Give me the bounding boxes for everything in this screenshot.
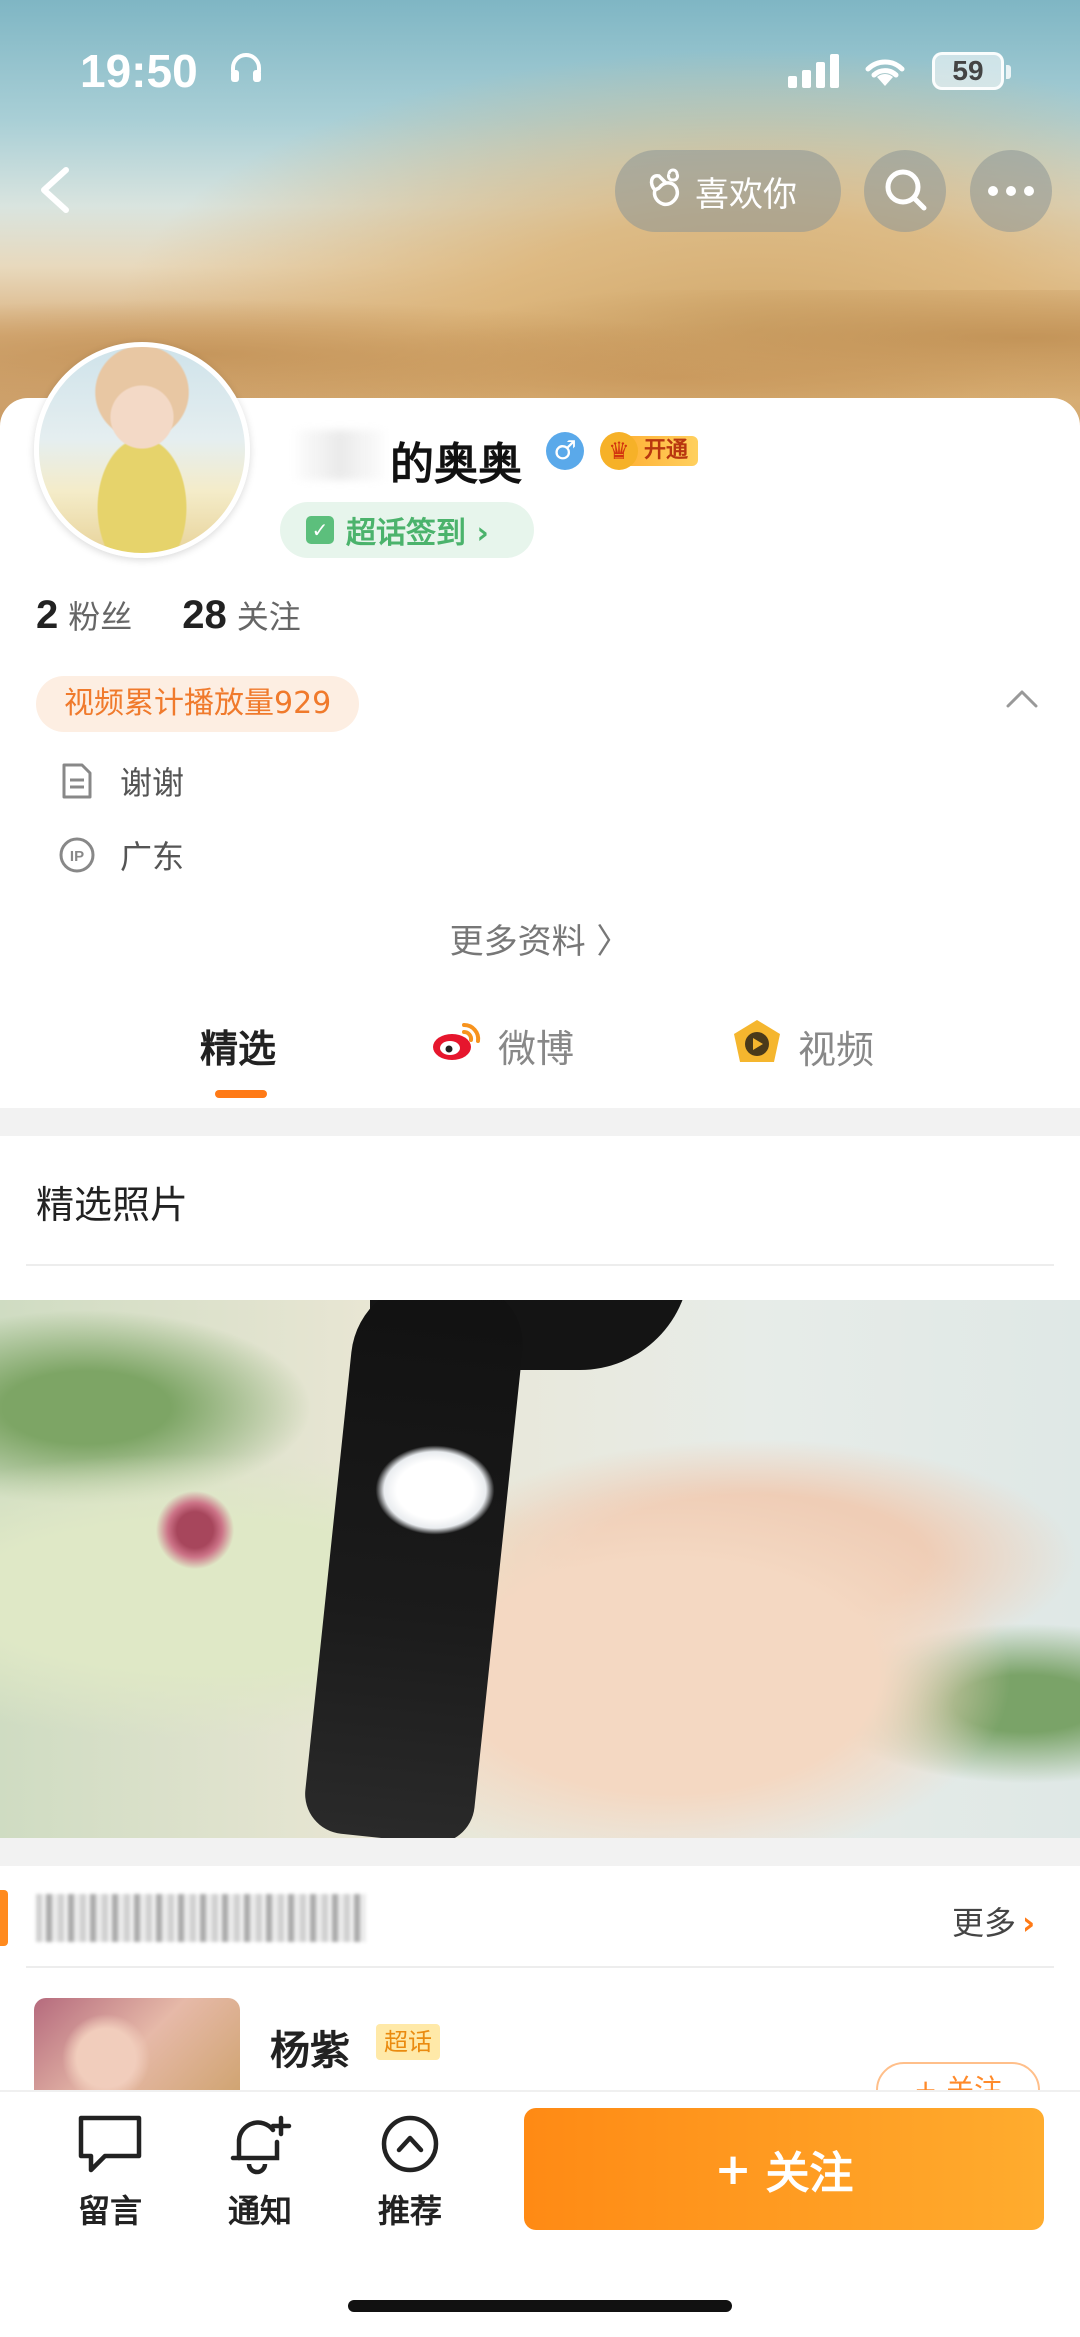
bio-text: 谢谢 <box>120 764 185 802</box>
cellular-signal-icon <box>788 54 844 92</box>
battery-indicator: 59 <box>932 52 1011 90</box>
search-icon <box>882 166 928 216</box>
notify-button[interactable]: 通知 <box>210 2112 310 2232</box>
more-info-link[interactable]: 更多资料 〉 <box>0 914 1080 963</box>
super-topic-tag: 超话 <box>376 2024 440 2060</box>
super-topic-thumbnail[interactable] <box>34 1998 240 2098</box>
tab-video[interactable]: 视频 <box>730 1018 874 1075</box>
super-topic-checkin-button[interactable]: ✓ 超话签到 › <box>280 502 534 558</box>
tab-video-label: 视频 <box>798 1028 875 1072</box>
status-bar: 19:50 59 <box>0 0 1080 140</box>
divider <box>26 1966 1054 1968</box>
following-label: 关注 <box>236 598 301 636</box>
following-stat[interactable]: 28 关注 <box>182 592 301 638</box>
weibo-logo-icon <box>430 1019 484 1072</box>
profile-tabs: 精选 微博 视频 <box>0 1018 1080 1108</box>
bell-plus-icon <box>225 2115 295 2180</box>
more-dots-icon <box>987 182 1035 201</box>
ip-location-text: 广东 <box>120 838 185 876</box>
status-time: 19:50 <box>80 45 198 97</box>
follow-label: 关注 <box>765 2148 854 2199</box>
wifi-icon <box>862 52 908 92</box>
follow-button[interactable]: + 关注 <box>524 2108 1044 2230</box>
video-play-icon <box>730 1018 784 1075</box>
headphone-icon <box>228 50 264 90</box>
tab-weibo-label: 微博 <box>498 1027 575 1071</box>
section-title-mosaic <box>36 1894 366 1942</box>
featured-photo[interactable] <box>0 1300 1080 1838</box>
plus-icon: + <box>714 2143 752 2195</box>
more-options-button[interactable] <box>970 150 1052 232</box>
recommend-label: 推荐 <box>377 2192 442 2230</box>
chevron-up-icon[interactable] <box>1004 686 1040 714</box>
following-count: 28 <box>182 593 227 637</box>
avatar[interactable] <box>34 342 250 558</box>
followers-stat[interactable]: 2 粉丝 <box>36 592 132 638</box>
message-label: 留言 <box>77 2192 142 2230</box>
notify-label: 通知 <box>227 2192 292 2230</box>
divider <box>26 1264 1054 1266</box>
section-more-label: 更多 <box>952 1904 1017 1942</box>
username: 的奥奥 <box>390 439 522 490</box>
vip-open-badge[interactable]: ♛ 开通 <box>600 432 704 470</box>
chevron-up-circle-icon <box>375 2115 445 2180</box>
profile-stats: 2 粉丝 28 关注 <box>36 592 301 638</box>
followers-count: 2 <box>36 593 59 637</box>
tab-featured-label: 精选 <box>200 1027 277 1071</box>
checkin-label: 超话签到 › <box>346 516 489 551</box>
tab-weibo[interactable]: 微博 <box>430 1018 574 1073</box>
section-separator <box>0 1838 1080 1866</box>
vip-open-label: 开通 <box>630 436 699 466</box>
followers-label: 粉丝 <box>68 598 133 636</box>
chevron-right-icon: › <box>1022 1904 1036 1942</box>
recommend-button[interactable]: 推荐 <box>360 2112 460 2232</box>
back-button[interactable] <box>26 160 86 220</box>
section-separator <box>0 1108 1080 1136</box>
calendar-check-icon: ✓ <box>306 516 334 544</box>
super-topic-name[interactable]: 杨紫 <box>270 2018 350 2076</box>
username-mosaic <box>290 430 390 480</box>
like-you-button[interactable]: 喜欢你 <box>615 150 841 232</box>
finger-heart-icon <box>645 166 685 217</box>
bio-row: 谢谢 <box>58 758 184 804</box>
active-tab-indicator <box>215 1090 267 1098</box>
home-indicator[interactable] <box>348 2300 732 2312</box>
male-gender-icon: ♂ <box>546 432 584 470</box>
document-icon <box>58 762 96 800</box>
featured-photos-title: 精选照片 <box>36 1183 189 1227</box>
chat-bubble-icon <box>75 2115 145 2180</box>
section-more-link[interactable]: 更多 › <box>952 1898 1035 1944</box>
svg-text:IP: IP <box>70 848 84 865</box>
section-accent-bar <box>0 1890 8 1946</box>
tab-featured[interactable]: 精选 <box>200 1018 276 1073</box>
video-views-badge: 视频累计播放量929 <box>36 676 360 732</box>
like-you-label: 喜欢你 <box>695 174 797 215</box>
search-button[interactable] <box>864 150 946 232</box>
crown-icon: ♛ <box>600 432 638 470</box>
message-button[interactable]: 留言 <box>60 2112 160 2232</box>
ip-icon: IP <box>58 836 96 874</box>
ip-location-row: IP 广东 <box>58 832 184 878</box>
